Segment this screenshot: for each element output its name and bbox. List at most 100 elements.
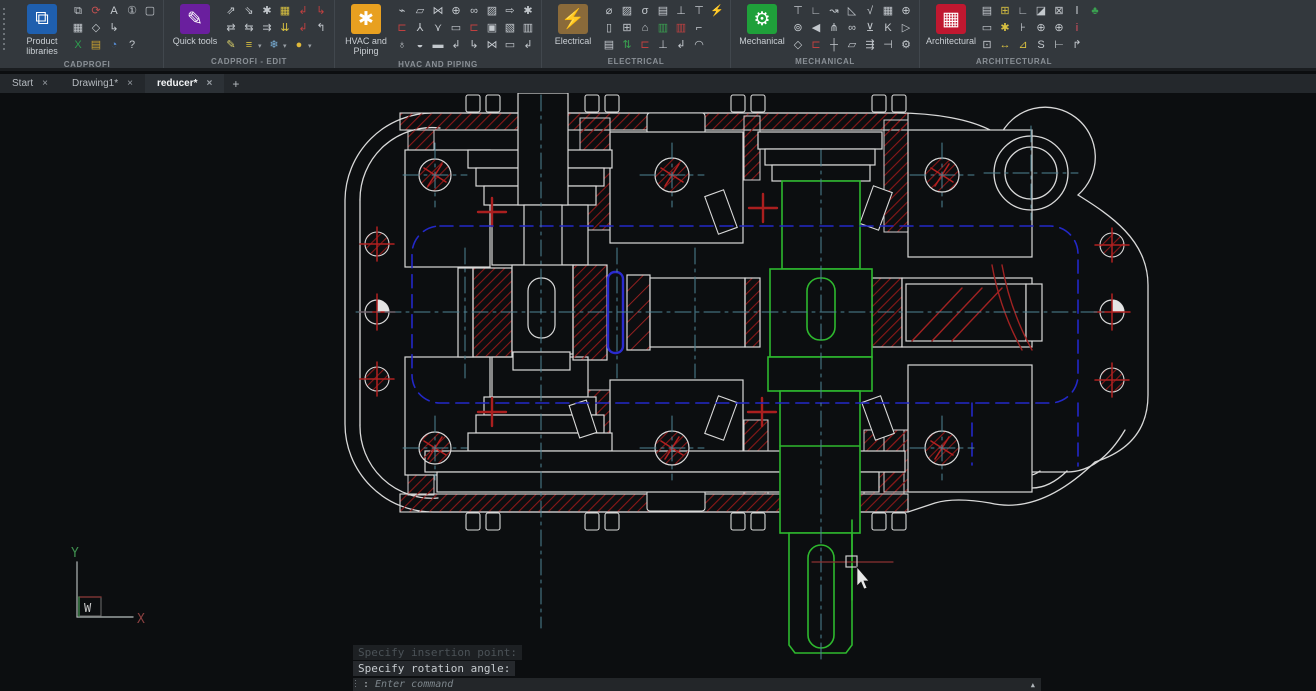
tool-icon[interactable]: ⇘ (240, 4, 258, 19)
tool-icon[interactable]: ⇗ (222, 4, 240, 19)
tool-icon[interactable]: ∞ (465, 4, 483, 19)
tool-icon[interactable]: ↲ (447, 38, 465, 53)
command-bar-grip[interactable] (355, 680, 359, 689)
tool-icon[interactable]: ⚡ (708, 4, 726, 19)
tool-icon[interactable]: ⊏ (807, 38, 825, 53)
tool-icon[interactable]: ↲ (519, 38, 537, 53)
tool-icon[interactable]: i (1068, 21, 1086, 36)
tool-icon[interactable]: ⇨ (501, 4, 519, 19)
tool-icon[interactable]: ⌐ (690, 21, 708, 36)
tool-icon[interactable]: ⊿ (1014, 38, 1032, 53)
tool-icon[interactable]: S (1032, 38, 1050, 53)
big-button-quick-tools[interactable]: ✎Quick tools (168, 0, 222, 54)
tool-icon[interactable]: ⅄ (411, 21, 429, 36)
tool-icon[interactable]: ↲ (294, 4, 312, 19)
tool-icon[interactable]: ⊏ (636, 38, 654, 53)
tool-icon[interactable]: ⊦ (1014, 21, 1032, 36)
tool-icon[interactable]: ⇶ (861, 38, 879, 53)
tab-reducer[interactable]: reducer*× (145, 74, 224, 93)
tool-icon[interactable]: ▬ (429, 38, 447, 53)
tool-icon[interactable]: ▥ (519, 21, 537, 36)
tool-icon[interactable]: ❄ (265, 38, 283, 53)
tool-icon[interactable]: ▦ (69, 21, 87, 36)
tool-icon[interactable]: ⊡ (978, 38, 996, 53)
command-expand-icon[interactable]: ▲ (1031, 681, 1041, 689)
tool-icon[interactable]: ▣ (483, 21, 501, 36)
tool-icon[interactable]: ↲ (294, 21, 312, 36)
tool-icon[interactable]: ▤ (978, 4, 996, 19)
tool-icon[interactable]: ▢ (141, 4, 159, 19)
tool-icon[interactable]: ▤ (600, 38, 618, 53)
tool-icon[interactable]: ↝ (825, 4, 843, 19)
tool-icon[interactable]: ✎ (222, 38, 240, 53)
tool-icon[interactable]: ⇅ (618, 38, 636, 53)
new-tab-button[interactable]: + (224, 77, 247, 91)
tool-icon[interactable]: Ⅰ (1068, 4, 1086, 19)
tool-icon[interactable]: ? (123, 38, 141, 53)
tool-icon[interactable]: ▥ (654, 21, 672, 36)
tool-icon[interactable]: ↲ (672, 38, 690, 53)
tool-icon[interactable]: ⇆ (240, 21, 258, 36)
tool-icon[interactable]: ✱ (996, 21, 1014, 36)
tool-icon[interactable]: ● (290, 38, 308, 53)
tool-icon[interactable]: √ (861, 4, 879, 19)
tool-icon[interactable]: ⊏ (465, 21, 483, 36)
tool-icon[interactable]: ↰ (312, 21, 330, 36)
tool-icon[interactable]: ⊥ (672, 4, 690, 19)
big-button-product-libraries[interactable]: ⧉Product libraries (15, 0, 69, 57)
tool-icon[interactable]: ▷ (897, 21, 915, 36)
tool-icon[interactable]: ≡ (240, 38, 258, 53)
tool-icon[interactable]: ◔ (105, 38, 123, 53)
tool-icon[interactable]: ▤ (87, 38, 105, 53)
tool-icon[interactable]: ⊕ (1050, 21, 1068, 36)
big-button-mechanical[interactable]: ⚙Mechanical (735, 0, 789, 54)
tool-icon[interactable]: ⊻ (861, 21, 879, 36)
tool-icon[interactable]: ⇊ (276, 21, 294, 36)
tool-icon[interactable]: ↳ (105, 21, 123, 36)
tool-icon[interactable]: ▦ (276, 4, 294, 19)
big-button-electrical[interactable]: ⚡Electrical (546, 0, 600, 54)
tool-icon[interactable]: ◺ (843, 4, 861, 19)
tab-close-icon[interactable]: × (42, 78, 48, 89)
tool-icon[interactable]: ⊕ (1032, 21, 1050, 36)
tool-icon[interactable]: ⌂ (636, 21, 654, 36)
tool-icon[interactable]: ① (123, 4, 141, 19)
tool-icon[interactable]: ▨ (483, 4, 501, 19)
tab-close-icon[interactable]: × (207, 78, 213, 89)
tool-icon[interactable]: K (879, 21, 897, 36)
tool-icon[interactable]: ⊠ (1050, 4, 1068, 19)
output-shaft-green[interactable] (768, 181, 872, 653)
big-button-hvac-and-piping[interactable]: ✱HVAC and Piping (339, 0, 393, 57)
tool-icon[interactable]: ⊢ (1050, 38, 1068, 53)
tool-icon[interactable]: ↳ (312, 4, 330, 19)
tool-icon[interactable]: ♁ (393, 38, 411, 53)
tab-drawing1[interactable]: Drawing1*× (60, 74, 145, 93)
tool-icon[interactable]: ▤ (654, 4, 672, 19)
tool-icon[interactable]: ⇉ (258, 21, 276, 36)
tool-icon[interactable]: ✱ (258, 4, 276, 19)
tool-icon[interactable]: ▦ (879, 4, 897, 19)
tool-icon[interactable]: ┼ (825, 38, 843, 53)
tool-icon[interactable]: ⋈ (429, 4, 447, 19)
tool-icon[interactable]: ⟳ (87, 4, 105, 19)
tool-icon[interactable]: ◇ (789, 38, 807, 53)
tool-icon[interactable]: X (69, 38, 87, 53)
big-button-architectural[interactable]: ▦Architectural (924, 0, 978, 54)
tool-icon[interactable]: ⊣ (879, 38, 897, 53)
tool-icon[interactable]: ⊞ (618, 21, 636, 36)
tool-icon[interactable]: ∟ (807, 4, 825, 19)
tool-icon[interactable]: ∟ (1014, 4, 1032, 19)
tool-icon[interactable]: ▱ (843, 38, 861, 53)
tool-icon[interactable]: ◠ (690, 38, 708, 53)
tool-icon[interactable]: ↱ (1068, 38, 1086, 53)
toolbar-drag-handle[interactable] (2, 8, 10, 52)
tool-icon[interactable]: ⇄ (222, 21, 240, 36)
tool-icon[interactable]: ▱ (411, 4, 429, 19)
drawing-canvas[interactable]: Y X W (0, 93, 1316, 691)
tab-close-icon[interactable]: × (127, 78, 133, 89)
tool-icon[interactable]: ∞ (843, 21, 861, 36)
dropdown-arrow-icon[interactable]: ▾ (283, 42, 290, 50)
tool-icon[interactable]: ♣ (1086, 4, 1104, 19)
dropdown-arrow-icon[interactable]: ▾ (308, 42, 315, 50)
tool-icon[interactable]: ▭ (501, 38, 519, 53)
